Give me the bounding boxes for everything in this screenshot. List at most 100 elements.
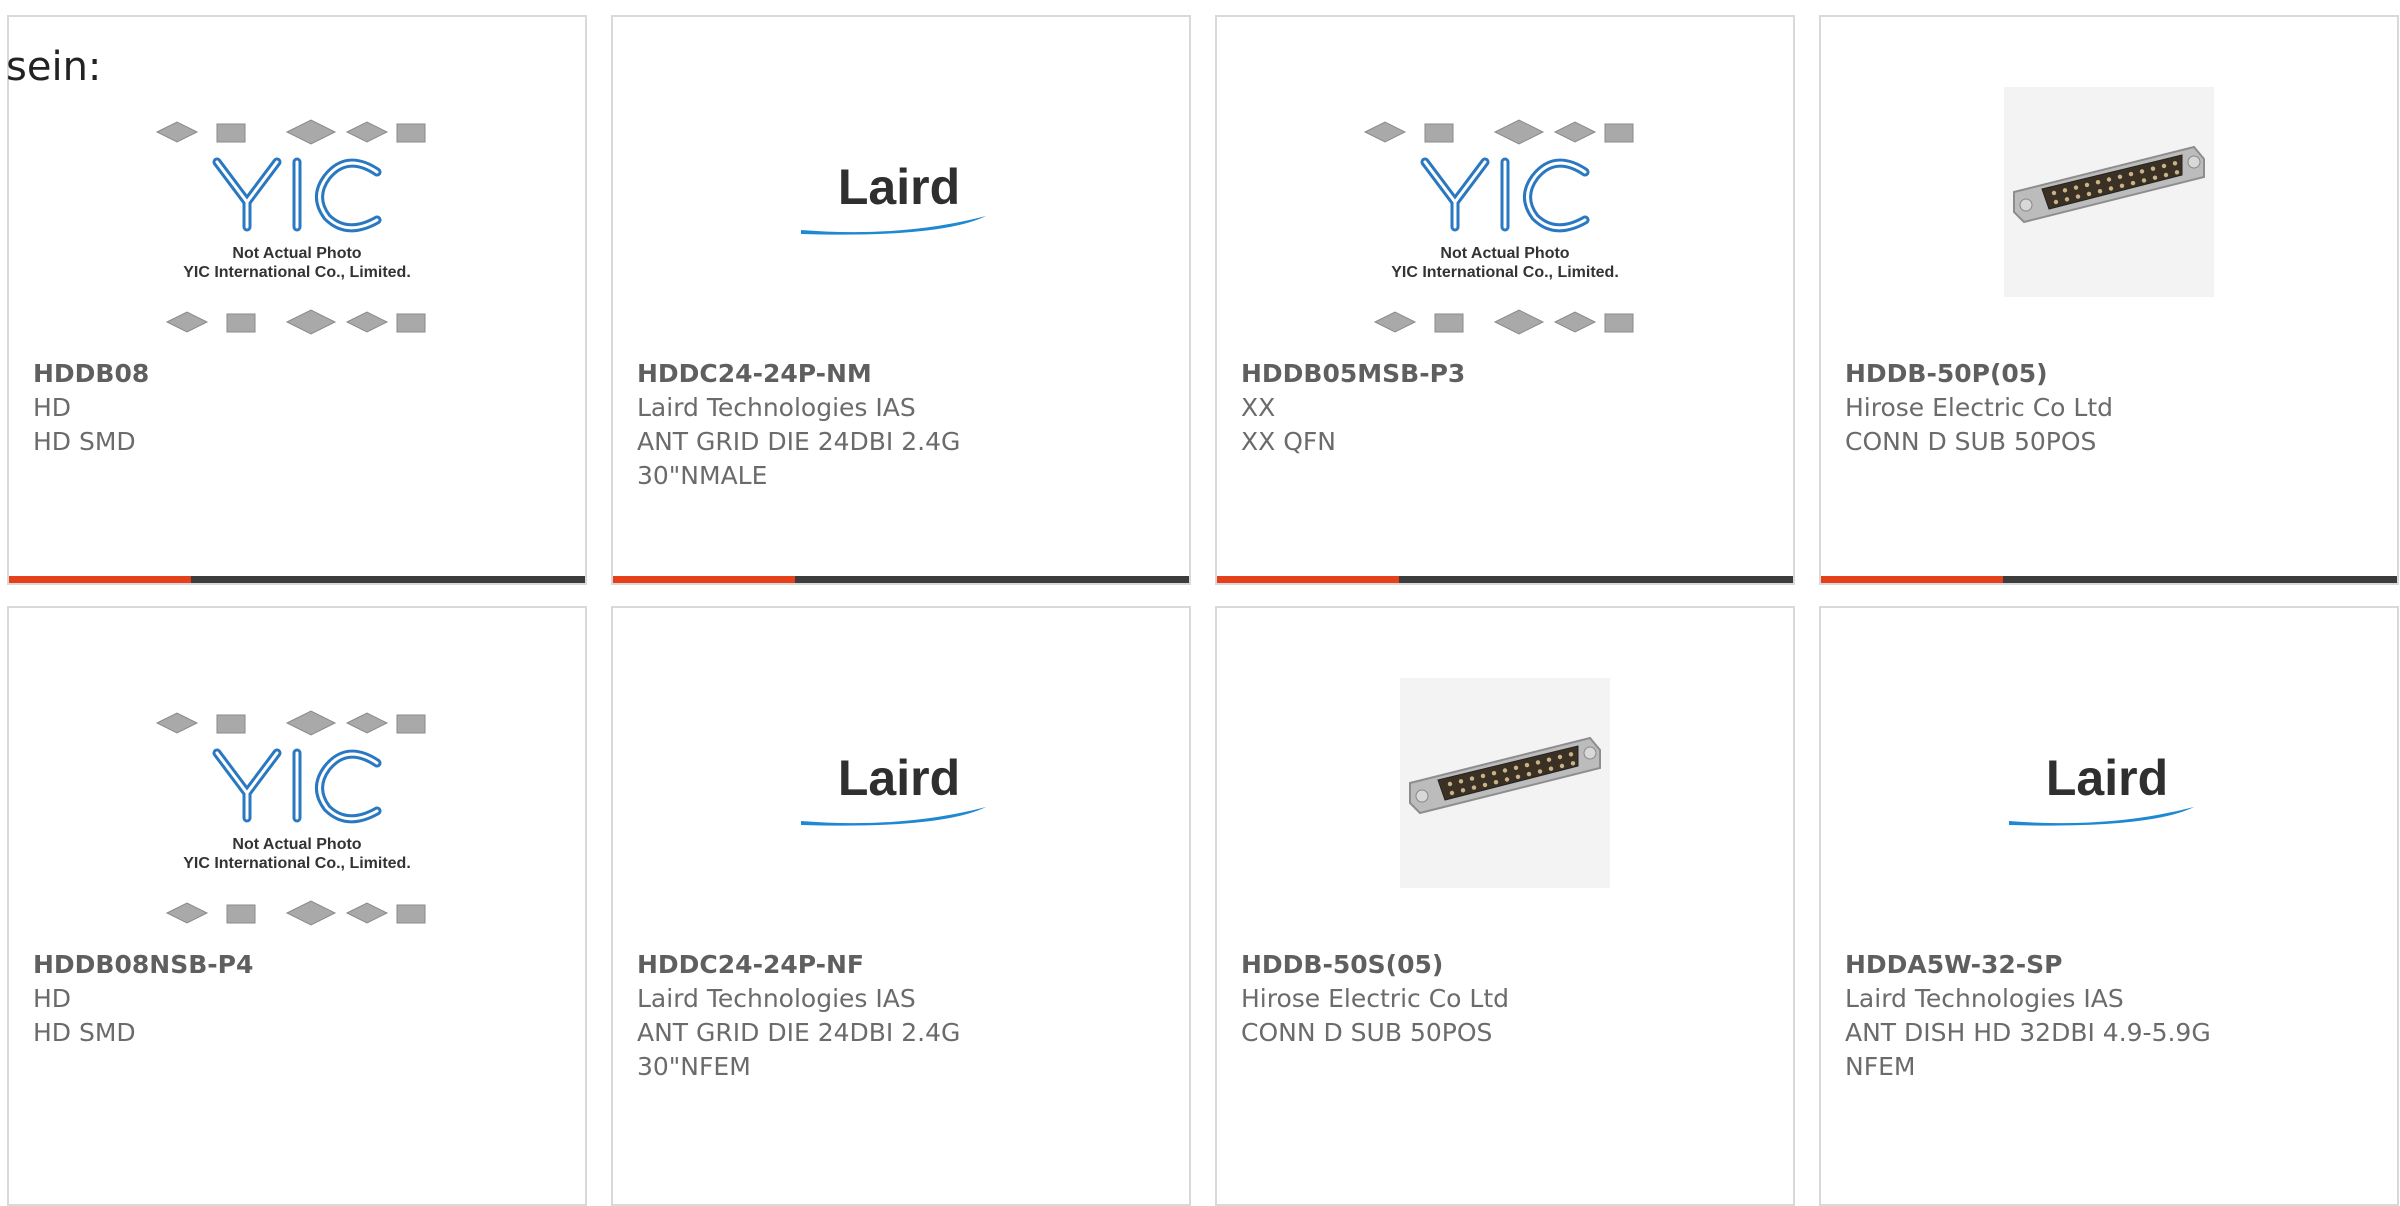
chip-icon <box>155 712 199 734</box>
product-thumbnail[interactable]: Laird <box>613 142 1189 252</box>
product-card[interactable]: Not Actual Photo YIC International Co., L… <box>7 606 587 1206</box>
laird-logo-text: Laird <box>838 750 960 806</box>
product-part-number[interactable]: HDDB08 <box>33 357 565 391</box>
dsub-connector-photo <box>2004 87 2214 297</box>
screw-hole-icon <box>1415 789 1429 803</box>
product-card[interactable]: Laird HDDA5W-32-SP Laird Technologies IAS A… <box>1819 606 2399 1206</box>
laird-logo: Laird <box>2009 750 2194 826</box>
card-bottom-bar <box>1821 576 2397 583</box>
product-description-line2: NFEM <box>1845 1052 1916 1081</box>
product-thumbnail[interactable]: Not Actual Photo YIC International Co., L… <box>9 693 585 953</box>
chip-icon <box>285 119 337 145</box>
product-part-number[interactable]: HDDA5W-32-SP <box>1845 948 2377 982</box>
product-card[interactable]: Laird HDDC24-24P-NM Laird Technologies IAS… <box>611 15 1191 585</box>
product-manufacturer: Hirose Electric Co Ltd <box>1845 393 2114 422</box>
yic-placeholder-image: Not Actual Photo YIC International Co., L… <box>1363 119 1634 335</box>
yic-placeholder-image: Not Actual Photo YIC International Co., L… <box>155 119 426 335</box>
screw-hole-icon <box>2187 155 2201 169</box>
product-thumbnail[interactable] <box>1821 87 2397 297</box>
card-bottom-bar <box>9 576 585 583</box>
placeholder-company: YIC International Co., Limited. <box>1391 264 1619 281</box>
chip-icon <box>1604 123 1634 143</box>
chip-icon <box>345 712 389 734</box>
chip-icon <box>1493 309 1545 335</box>
chip-icon <box>345 902 389 924</box>
laird-swoosh-icon <box>801 216 986 235</box>
chip-icon <box>1434 313 1464 333</box>
product-info: HDDC24-24P-NM Laird Technologies IAS ANT G… <box>637 357 1169 493</box>
chip-icon <box>285 710 337 736</box>
chip-icon <box>1424 123 1454 143</box>
chip-icon <box>285 900 337 926</box>
chip-icon <box>165 311 209 333</box>
chip-icon <box>226 904 256 924</box>
chip-icon <box>345 311 389 333</box>
product-info: HDDB05MSB-P3 XX XX QFN <box>1241 357 1773 459</box>
product-manufacturer: Laird Technologies IAS <box>1845 984 2124 1013</box>
card-bottom-bar <box>1217 576 1793 583</box>
card-accent-bar <box>1821 576 2003 583</box>
product-part-number[interactable]: HDDC24-24P-NF <box>637 948 1169 982</box>
placeholder-company: YIC International Co., Limited. <box>183 855 411 872</box>
product-info: HDDB08NSB-P4 HD HD SMD <box>33 948 565 1050</box>
placeholder-company: YIC International Co., Limited. <box>183 264 411 281</box>
chip-icon <box>345 121 389 143</box>
product-thumbnail[interactable]: Laird <box>1821 733 2397 843</box>
product-description: ANT DISH HD 32DBI 4.9-5.9G <box>1845 1018 2211 1047</box>
placeholder-caption: Not Actual Photo <box>232 836 361 853</box>
product-thumbnail[interactable] <box>1217 678 1793 888</box>
laird-logo: Laird <box>801 750 986 826</box>
product-description-line2: 30"NMALE <box>637 461 768 490</box>
product-card[interactable]: HDDB-50P(05) Hirose Electric Co Ltd CONN D… <box>1819 15 2399 585</box>
product-part-number[interactable]: HDDB08NSB-P4 <box>33 948 565 982</box>
product-card[interactable]: HDDB-50S(05) Hirose Electric Co Ltd CONN D… <box>1215 606 1795 1206</box>
chip-icon <box>396 123 426 143</box>
chip-icon <box>396 904 426 924</box>
card-bottom-bar <box>613 576 1189 583</box>
placeholder-caption: Not Actual Photo <box>232 245 361 262</box>
product-manufacturer: Laird Technologies IAS <box>637 984 916 1013</box>
laird-logo-text: Laird <box>838 159 960 215</box>
product-description: ANT GRID DIE 24DBI 2.4G <box>637 1018 961 1047</box>
product-part-number[interactable]: HDDB-50P(05) <box>1845 357 2377 391</box>
product-manufacturer: HD <box>33 984 72 1013</box>
product-thumbnail[interactable]: Not Actual Photo YIC International Co., L… <box>1217 102 1793 362</box>
card-accent-bar <box>9 576 191 583</box>
chip-icon <box>396 313 426 333</box>
yic-placeholder-image: Not Actual Photo YIC International Co., L… <box>155 710 426 926</box>
product-part-number[interactable]: HDDC24-24P-NM <box>637 357 1169 391</box>
product-thumbnail[interactable]: Not Actual Photo YIC International Co., L… <box>9 102 585 362</box>
screw-hole-icon <box>1583 746 1597 760</box>
chip-icon <box>216 123 246 143</box>
laird-swoosh-icon <box>801 807 986 826</box>
chip-icon <box>1373 311 1417 333</box>
product-thumbnail[interactable]: Laird <box>613 733 1189 843</box>
laird-swoosh-icon <box>2009 807 2194 826</box>
product-card[interactable]: Not Actual Photo YIC International Co., L… <box>1215 15 1795 585</box>
product-description: HD SMD <box>33 427 136 456</box>
chip-icon <box>216 714 246 734</box>
chip-icon <box>1553 311 1597 333</box>
chip-icon <box>226 313 256 333</box>
product-grid: Not Actual Photo YIC International Co., L… <box>0 0 2400 1206</box>
chip-icon <box>165 902 209 924</box>
dsub-connector-photo <box>1400 678 1610 888</box>
product-part-number[interactable]: HDDB05MSB-P3 <box>1241 357 1773 391</box>
chip-icon <box>396 714 426 734</box>
laird-logo-text: Laird <box>2046 750 2168 806</box>
product-info: HDDB08 HD HD SMD <box>33 357 565 459</box>
product-description: CONN D SUB 50POS <box>1845 427 2097 456</box>
chip-icon <box>1363 121 1407 143</box>
chip-icon <box>1553 121 1597 143</box>
product-description: CONN D SUB 50POS <box>1241 1018 1493 1047</box>
product-info: HDDB-50S(05) Hirose Electric Co Ltd CONN D… <box>1241 948 1773 1050</box>
product-manufacturer: HD <box>33 393 72 422</box>
product-card[interactable]: Laird HDDC24-24P-NF Laird Technologies IAS… <box>611 606 1191 1206</box>
product-description: HD SMD <box>33 1018 136 1047</box>
product-info: HDDC24-24P-NF Laird Technologies IAS ANT G… <box>637 948 1169 1084</box>
product-manufacturer: Hirose Electric Co Ltd <box>1241 984 1510 1013</box>
product-part-number[interactable]: HDDB-50S(05) <box>1241 948 1773 982</box>
product-description-line2: 30"NFEM <box>637 1052 751 1081</box>
product-description: ANT GRID DIE 24DBI 2.4G <box>637 427 961 456</box>
product-card[interactable]: Not Actual Photo YIC International Co., L… <box>7 15 587 585</box>
